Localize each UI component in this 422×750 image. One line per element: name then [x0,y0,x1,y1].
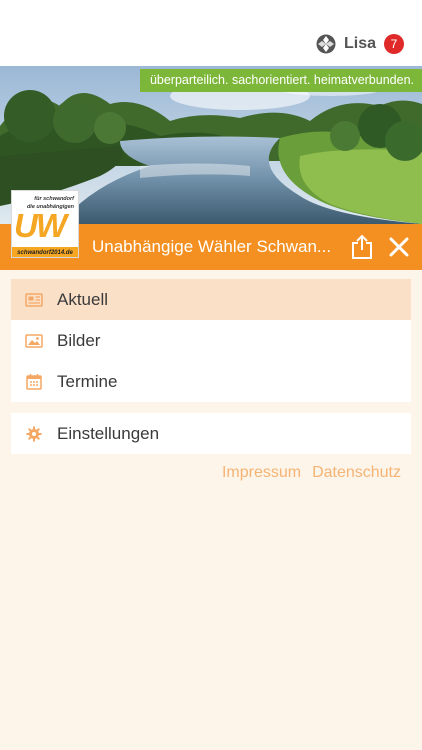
footer-links: Impressum Datenschutz [222,464,401,482]
image-icon [25,332,43,350]
menu-item-label: Bilder [57,330,101,350]
menu-item-bilder[interactable]: Bilder [11,320,411,361]
top-bar: Lisa 7 [0,0,422,66]
user-name: Lisa [343,35,376,52]
notification-badge: 7 [384,34,404,54]
settings-menu: Einstellungen [11,413,411,454]
share-button[interactable] [348,232,376,262]
share-icon [352,234,372,259]
user-menu[interactable]: Lisa 7 [316,32,404,56]
menu-item-label: Aktuell [57,289,109,309]
gear-icon [25,425,43,443]
impressum-link[interactable]: Impressum [222,464,301,482]
menu-item-label: Termine [57,371,118,391]
tagline-banner: überparteilich. sachorientiert. heimatve… [139,69,422,92]
close-button[interactable] [386,234,412,260]
close-icon [389,237,409,257]
menu-item-einstellungen[interactable]: Einstellungen [11,413,411,454]
menu-item-aktuell[interactable]: Aktuell [11,279,411,320]
page-title: Unabhängige Wähler Schwan... [92,237,332,256]
account-icon [316,34,336,54]
logo-url: schwandorf2014.de [17,250,73,256]
menu-item-termine[interactable]: Termine [11,361,411,402]
logo-mark: UW [14,207,67,244]
menu-item-label: Einstellungen [57,423,160,443]
newspaper-icon [25,291,43,309]
main-menu: Aktuell Bilder Termine [11,279,411,402]
uw-logo: für schwandorf die unabhängigen UW schwa… [11,190,79,258]
calendar-icon [25,373,43,391]
datenschutz-link[interactable]: Datenschutz [312,464,401,482]
logo-line-1: für schwandorf [34,196,74,202]
